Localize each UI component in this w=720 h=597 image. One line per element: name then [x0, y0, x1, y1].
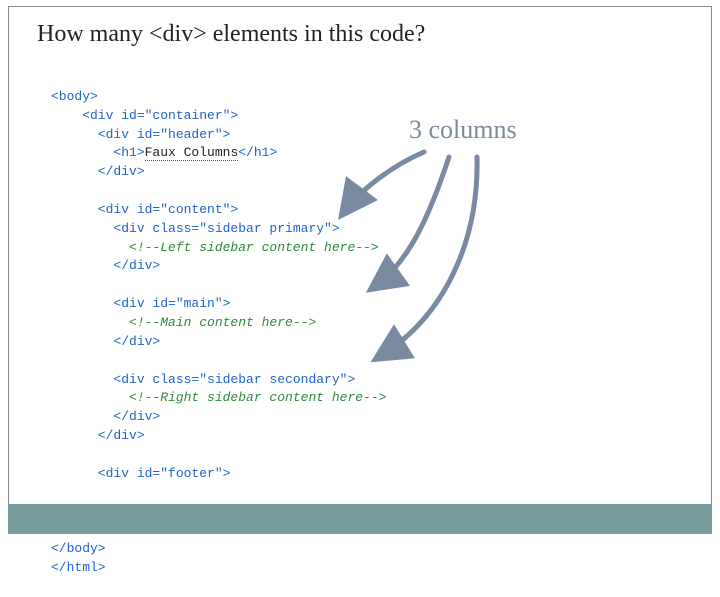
code-line: <div id="content">	[51, 202, 238, 217]
code-line: <div id="header">	[51, 127, 230, 142]
handwritten-annotation: 3 columns	[409, 115, 517, 145]
slide-bottom-bar	[8, 504, 712, 534]
code-line: <div id="footer">	[51, 466, 230, 481]
code-comment: <!--Left sidebar content here-->	[51, 240, 379, 255]
code-line: </div>	[51, 428, 145, 443]
code-line: <div id="container">	[51, 108, 238, 123]
code-text: Faux Columns	[145, 145, 239, 161]
code-line: </div>	[51, 409, 160, 424]
code-comment: <!--Main content here-->	[51, 315, 316, 330]
code-line: </html>	[51, 560, 106, 575]
question-title: How many <div> elements in this code?	[37, 21, 425, 48]
code-comment: <!--Right sidebar content here-->	[51, 390, 386, 405]
code-line: </div>	[51, 164, 145, 179]
code-line: </body>	[51, 541, 106, 556]
code-line: <div id="main">	[51, 296, 230, 311]
code-line: <div class="sidebar secondary">	[51, 372, 355, 387]
code-line: <body>	[51, 89, 98, 104]
code-line: </div>	[51, 334, 160, 349]
slide-frame: How many <div> elements in this code? <b…	[8, 6, 712, 506]
code-line: </div>	[51, 258, 160, 273]
code-line-part: </h1>	[238, 145, 277, 160]
code-line: <div class="sidebar primary">	[51, 221, 340, 236]
code-line-part: <h1>	[51, 145, 145, 160]
